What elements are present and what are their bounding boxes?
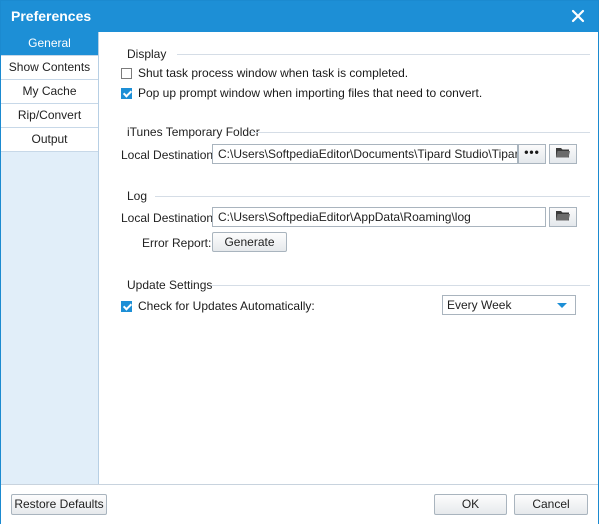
sidebar-item-my-cache[interactable]: My Cache (1, 80, 98, 104)
footer-bar: Restore Defaults OK Cancel (1, 484, 598, 524)
error-report-label: Error Report: (142, 236, 212, 250)
dropdown-arrow-icon (557, 303, 567, 308)
sidebar-item-show-contents[interactable]: Show Contents (1, 56, 98, 80)
shut-task-checkbox[interactable] (121, 67, 132, 79)
restore-defaults-button[interactable]: Restore Defaults (11, 494, 107, 515)
update-section-title: Update Settings (127, 278, 213, 292)
itunes-destination-label: Local Destination: (121, 148, 217, 162)
sidebar-item-rip-convert[interactable]: Rip/Convert (1, 104, 98, 128)
sidebar: General Show Contents My Cache Rip/Conve… (1, 32, 99, 484)
auto-update-option[interactable]: Check for Updates Automatically: (121, 298, 315, 314)
folder-icon (555, 209, 571, 225)
window-title: Preferences (11, 8, 92, 24)
display-section-title: Display (127, 47, 167, 61)
itunes-section-title: iTunes Temporary Folder (127, 125, 260, 139)
ellipsis-icon: ••• (524, 145, 540, 159)
sidebar-item-general[interactable]: General (1, 32, 98, 56)
ok-button[interactable]: OK (434, 494, 507, 515)
sidebar-item-output[interactable]: Output (1, 128, 98, 152)
log-destination-field[interactable]: C:\Users\SoftpediaEditor\AppData\Roaming… (212, 207, 546, 227)
update-frequency-value: Every Week (447, 298, 512, 312)
popup-prompt-checkbox[interactable] (121, 87, 132, 99)
folder-icon (555, 146, 571, 162)
generate-button[interactable]: Generate (212, 232, 287, 252)
auto-update-label: Check for Updates Automatically: (138, 299, 315, 313)
display-divider (177, 54, 590, 55)
log-section-title: Log (127, 189, 148, 203)
auto-update-checkbox[interactable] (121, 300, 132, 312)
shut-task-label: Shut task process window when task is co… (138, 66, 409, 80)
popup-prompt-option[interactable]: Pop up prompt window when importing file… (121, 85, 482, 101)
shut-task-option[interactable]: Shut task process window when task is co… (121, 65, 408, 81)
close-icon[interactable] (568, 6, 588, 26)
log-destination-label: Local Destination: (121, 211, 217, 225)
general-settings-panel: Display Shut task process window when ta… (99, 32, 598, 484)
cancel-button[interactable]: Cancel (514, 494, 588, 515)
popup-prompt-label: Pop up prompt window when importing file… (138, 86, 483, 100)
itunes-browse-button[interactable]: ••• (518, 144, 546, 164)
itunes-divider (251, 132, 590, 133)
update-frequency-select[interactable]: Every Week (442, 295, 576, 315)
itunes-destination-field[interactable]: C:\Users\SoftpediaEditor\Documents\Tipar… (212, 144, 518, 164)
itunes-open-folder-button[interactable] (549, 144, 577, 164)
log-divider (155, 196, 590, 197)
log-open-folder-button[interactable] (549, 207, 577, 227)
update-divider (211, 285, 590, 286)
title-bar[interactable]: Preferences (1, 1, 598, 32)
preferences-window: Preferences General Show Contents My Cac… (0, 0, 599, 524)
